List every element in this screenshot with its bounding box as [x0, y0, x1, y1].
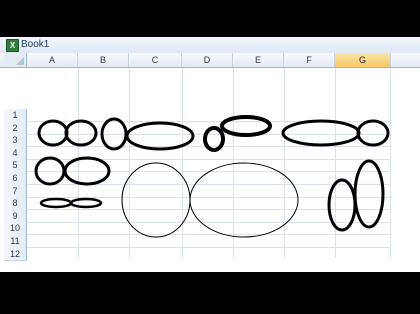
oval-shape[interactable] [353, 159, 385, 229]
oval-shape[interactable] [121, 162, 191, 238]
oval-shape[interactable] [34, 156, 66, 186]
oval-shape[interactable] [125, 121, 195, 151]
oval-shape[interactable] [327, 178, 357, 232]
oval-shape[interactable] [281, 119, 361, 147]
oval-shape[interactable] [100, 117, 128, 151]
oval-shape[interactable] [356, 119, 390, 147]
oval-shape[interactable] [203, 126, 225, 152]
oval-shape[interactable] [64, 119, 98, 147]
oval-shape[interactable] [220, 115, 272, 137]
shapes-layer [34, 115, 390, 238]
oval-shape[interactable] [69, 197, 103, 209]
oval-shape[interactable] [39, 197, 73, 209]
oval-shape[interactable] [63, 156, 111, 186]
oval-shape[interactable] [37, 119, 69, 147]
oval-shape[interactable] [189, 162, 299, 238]
